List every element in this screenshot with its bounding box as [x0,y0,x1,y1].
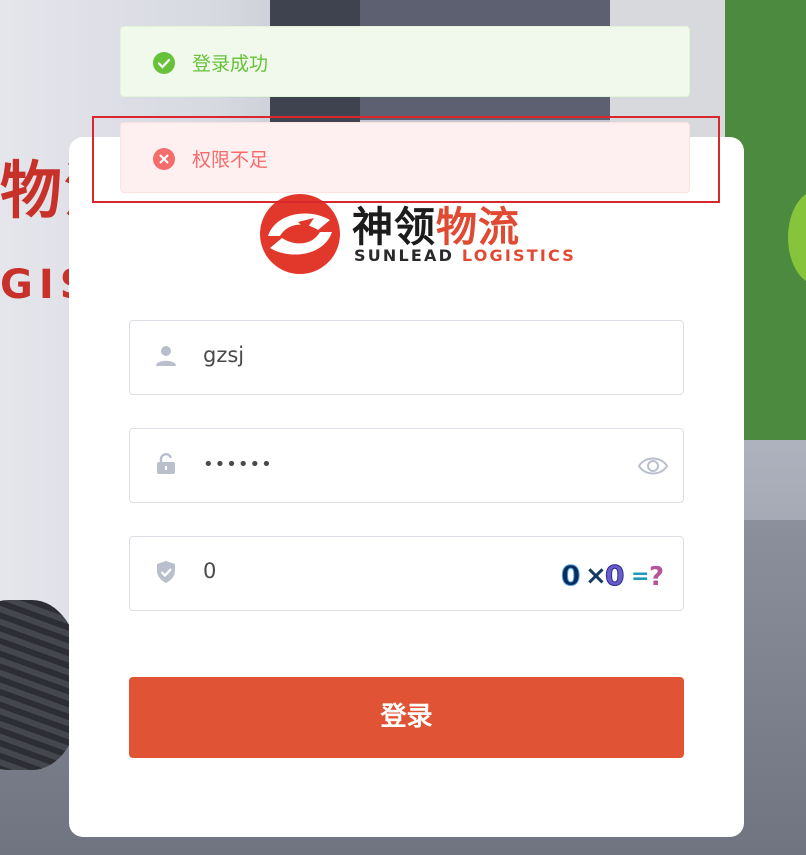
lock-icon [157,453,175,474]
svg-text:?: ? [649,562,664,591]
password-field[interactable]: •••••• [129,428,684,503]
captcha-field[interactable]: 0 0 × 0 = ? [129,536,684,611]
svg-text:=: = [631,564,649,589]
svg-text:×: × [585,561,607,591]
user-icon [156,346,176,366]
success-message: 登录成功 [120,26,690,97]
eye-icon[interactable] [637,453,669,479]
username-value[interactable]: gzsj [203,343,244,367]
check-circle-icon [153,52,175,74]
username-field[interactable]: gzsj [129,320,684,395]
login-button[interactable]: 登录 [129,677,684,758]
captcha-image[interactable]: 0 × 0 = ? [559,557,669,592]
shield-check-icon [157,561,175,583]
truck-wheel [0,600,80,770]
success-text: 登录成功 [192,53,269,75]
logo-english: SUNLEAD LOGISTICS [354,246,576,265]
error-highlight-box [92,116,720,203]
password-value[interactable]: •••••• [203,454,273,475]
svg-text:0: 0 [561,559,580,591]
svg-text:0: 0 [605,559,624,591]
captcha-value[interactable]: 0 [203,559,216,583]
